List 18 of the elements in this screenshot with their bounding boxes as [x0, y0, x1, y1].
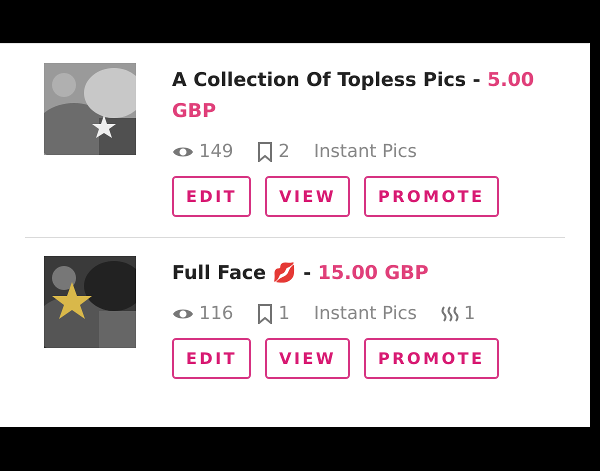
saves-count: 1 [278, 303, 290, 324]
listing-title: A Collection Of Topless Pics - 5.00 GBP [172, 68, 536, 124]
edit-button[interactable]: EDIT [172, 176, 252, 217]
views-count: 149 [199, 141, 234, 162]
steam-icon [440, 304, 459, 322]
promote-button[interactable]: PROMOTE [364, 176, 499, 217]
category-label: Instant Pics [314, 141, 417, 162]
view-button[interactable]: VIEW [265, 176, 350, 217]
heat-count: 1 [464, 303, 476, 324]
listing-title: Full Face 💋 - 15.00 GBP [172, 261, 430, 286]
bookmark-icon [257, 304, 274, 324]
view-button[interactable]: VIEW [265, 338, 350, 379]
saves-count: 2 [278, 141, 290, 162]
edit-button[interactable]: EDIT [172, 338, 252, 379]
views-count: 116 [199, 303, 234, 324]
category-label: Instant Pics [314, 303, 417, 324]
promote-button[interactable]: PROMOTE [364, 338, 499, 379]
bookmark-icon [257, 142, 274, 162]
